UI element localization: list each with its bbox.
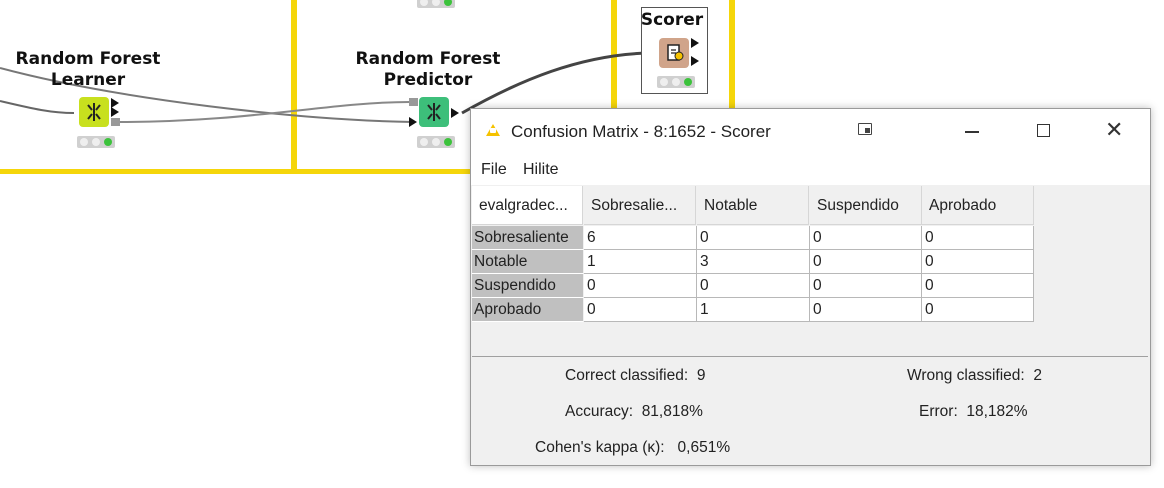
correct-classified-label: Correct classified: xyxy=(565,367,689,384)
accuracy-stat: Accuracy: 81,818% xyxy=(565,403,703,421)
scorer-output-port[interactable] xyxy=(691,38,699,48)
column-header[interactable]: Sobresalie... xyxy=(584,186,696,225)
table-cell[interactable]: 0 xyxy=(922,226,1034,250)
wrong-classified-value: 2 xyxy=(1033,367,1042,384)
table-cell[interactable]: 0 xyxy=(584,298,697,322)
column-header[interactable]: Suspendido xyxy=(810,186,922,225)
row-header: Notable xyxy=(472,250,583,274)
menu-file[interactable]: File xyxy=(481,161,507,179)
scorer-status-lights xyxy=(657,76,695,88)
cohens-kappa-label: Cohen's kappa (κ): xyxy=(535,439,665,456)
snap-layout-icon[interactable] xyxy=(858,123,872,135)
scorer-node-icon[interactable] xyxy=(659,38,689,68)
column-header[interactable]: Aprobado xyxy=(922,186,1034,225)
corner-header[interactable]: evalgradec... xyxy=(472,186,583,225)
dialog-titlebar[interactable]: Confusion Matrix - 8:1652 - Scorer ✕ xyxy=(471,109,1150,153)
table-cell[interactable]: 0 xyxy=(584,274,697,298)
predictor-label-line2: Predictor xyxy=(383,70,473,90)
error-label: Error: xyxy=(919,403,958,420)
table-cell[interactable]: 0 xyxy=(810,226,922,250)
dialog-title: Confusion Matrix - 8:1652 - Scorer xyxy=(511,122,771,141)
learner-label-line1: Random Forest xyxy=(15,49,161,69)
maximize-button[interactable] xyxy=(1008,109,1078,153)
close-button[interactable]: ✕ xyxy=(1078,109,1148,153)
minimize-icon xyxy=(965,131,979,133)
table-cell[interactable]: 0 xyxy=(697,226,810,250)
cohens-kappa-value: 0,651% xyxy=(677,439,731,456)
row-header: Aprobado xyxy=(472,298,583,322)
error-stat: Error: 18,182% xyxy=(919,403,1028,421)
predictor-status-lights xyxy=(417,136,455,148)
learner-model-port[interactable] xyxy=(111,118,120,126)
learner-node-icon[interactable] xyxy=(79,97,109,127)
predictor-node-label: Random Forest Predictor xyxy=(328,49,528,91)
correct-classified-stat: Correct classified: 9 xyxy=(565,367,705,385)
table-cell[interactable]: 1 xyxy=(584,250,697,274)
wrong-classified-label: Wrong classified: xyxy=(907,367,1025,384)
menu-hilite[interactable]: Hilite xyxy=(523,161,559,179)
table-cell[interactable]: 0 xyxy=(697,274,810,298)
cohens-kappa-stat: Cohen's kappa (κ): 0,651% xyxy=(535,439,730,457)
confusion-matrix-dialog: Confusion Matrix - 8:1652 - Scorer ✕ Fil… xyxy=(470,108,1151,466)
predictor-label-line1: Random Forest xyxy=(355,49,501,69)
connection-data-to-learner xyxy=(0,100,75,114)
node-status-lights xyxy=(417,0,455,8)
table-cell[interactable]: 0 xyxy=(922,298,1034,322)
warning-icon xyxy=(486,124,500,136)
predictor-node-icon[interactable] xyxy=(419,97,449,127)
wrong-classified-stat: Wrong classified: 2 xyxy=(907,367,1042,385)
row-header: Suspendido xyxy=(472,274,583,298)
table-cell[interactable]: 1 xyxy=(697,298,810,322)
error-value: 18,182% xyxy=(966,403,1028,420)
accuracy-label: Accuracy: xyxy=(565,403,634,420)
accuracy-value: 81,818% xyxy=(641,403,703,420)
scorer-node-label: Scorer xyxy=(640,10,704,30)
table-cell[interactable]: 0 xyxy=(810,250,922,274)
row-header: Sobresaliente xyxy=(472,226,583,250)
confusion-matrix-table: evalgradec... Sobresalie... Notable Susp… xyxy=(472,186,1148,357)
table-cell[interactable]: 0 xyxy=(922,250,1034,274)
predictor-data-input-port[interactable] xyxy=(409,117,417,127)
maximize-icon xyxy=(1037,124,1050,137)
table-cell[interactable]: 3 xyxy=(697,250,810,274)
column-header[interactable]: Notable xyxy=(697,186,809,225)
close-icon: ✕ xyxy=(1105,118,1124,143)
menu-bar xyxy=(471,153,1150,185)
scorer-output-port[interactable] xyxy=(691,56,699,66)
table-cell[interactable]: 0 xyxy=(810,274,922,298)
learner-output-port[interactable] xyxy=(111,107,119,117)
correct-classified-value: 9 xyxy=(696,367,706,384)
minimize-button[interactable] xyxy=(937,109,1007,153)
learner-status-lights xyxy=(77,136,115,148)
learner-label-line2: Learner xyxy=(50,70,126,90)
table-cell[interactable]: 0 xyxy=(922,274,1034,298)
learner-node-label: Random Forest Learner xyxy=(0,49,188,91)
predictor-model-input-port[interactable] xyxy=(409,98,418,106)
predictor-output-port[interactable] xyxy=(451,108,459,118)
table-cell[interactable]: 0 xyxy=(810,298,922,322)
table-cell[interactable]: 6 xyxy=(584,226,697,250)
